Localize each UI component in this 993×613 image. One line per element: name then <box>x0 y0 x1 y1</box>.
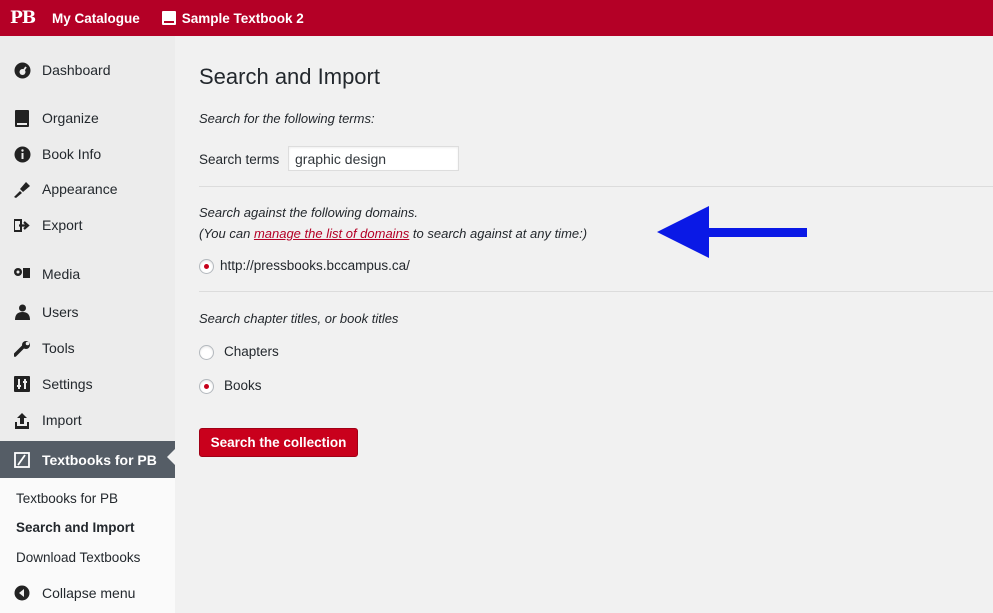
sidebar-item-label: Dashboard <box>42 62 111 78</box>
section-divider <box>199 291 993 292</box>
search-collection-button[interactable]: Search the collection <box>199 428 358 457</box>
sidebar-item-label: Textbooks for PB <box>42 451 157 468</box>
sidebar-item-label: Organize <box>42 110 99 126</box>
sidebar-item-organize[interactable]: Organize <box>0 102 175 134</box>
book-icon <box>161 11 176 25</box>
pressbooks-logo[interactable]: PB <box>10 8 40 28</box>
upload-icon <box>12 411 32 429</box>
admin-sidebar: Dashboard Organize Book Info Appearance … <box>0 36 175 613</box>
sidebar-item-appearance[interactable]: Appearance <box>0 173 175 205</box>
info-icon <box>12 145 32 163</box>
sidebar-item-import[interactable]: Import <box>0 404 175 436</box>
sidebar-item-textbooks-for-pb[interactable]: Textbooks for PB <box>0 441 175 478</box>
chapters-radio[interactable] <box>199 345 214 360</box>
domains-note: (You can manage the list of domains to s… <box>199 226 587 241</box>
sidebar-item-label: Import <box>42 412 82 428</box>
sidebar-item-settings[interactable]: Settings <box>0 368 175 400</box>
search-terms-input[interactable] <box>288 146 459 171</box>
admin-bar: PB My Catalogue Sample Textbook 2 <box>0 0 993 36</box>
submenu-item-search-and-import[interactable]: Search and Import <box>16 520 135 535</box>
sidebar-item-label: Users <box>42 304 79 320</box>
section-divider <box>199 186 993 187</box>
chapters-option-label: Chapters <box>224 344 279 359</box>
search-terms-label: Search terms <box>199 152 280 167</box>
collapse-menu-label: Collapse menu <box>42 585 136 601</box>
submenu-item-download-textbooks[interactable]: Download Textbooks <box>16 550 140 565</box>
domains-note-suffix: to search against at any time:) <box>409 226 588 241</box>
sidebar-item-label: Export <box>42 217 83 233</box>
collapse-menu-button[interactable]: Collapse menu <box>0 577 175 609</box>
sidebar-item-media[interactable]: Media <box>0 258 175 290</box>
page-title: Search and Import <box>199 64 380 89</box>
manage-domains-link[interactable]: manage the list of domains <box>254 226 409 241</box>
settings-icon <box>12 375 32 393</box>
book-title: Sample Textbook 2 <box>181 10 304 26</box>
domains-note-prefix: (You can <box>199 226 254 241</box>
textbook-icon <box>12 451 32 469</box>
brush-icon <box>12 180 32 198</box>
book-menu-link[interactable]: Sample Textbook 2 <box>161 10 304 26</box>
domain-option-label: http://pressbooks.bccampus.ca/ <box>220 258 410 273</box>
sidebar-item-label: Book Info <box>42 146 102 162</box>
books-option-label: Books <box>224 378 262 393</box>
sidebar-item-tools[interactable]: Tools <box>0 332 175 364</box>
books-radio[interactable] <box>199 379 214 394</box>
main-content: Search and Import Search for the followi… <box>199 36 993 613</box>
search-type-heading: Search chapter titles, or book titles <box>199 311 399 326</box>
terms-heading: Search for the following terms: <box>199 111 375 126</box>
sidebar-item-book-info[interactable]: Book Info <box>0 138 175 170</box>
sidebar-item-label: Settings <box>42 376 93 392</box>
collapse-icon <box>12 584 32 602</box>
sidebar-item-label: Tools <box>42 340 75 356</box>
media-icon <box>12 265 32 283</box>
domain-radio[interactable] <box>199 259 214 274</box>
sidebar-item-dashboard[interactable]: Dashboard <box>0 54 175 86</box>
sidebar-item-users[interactable]: Users <box>0 296 175 328</box>
domains-heading: Search against the following domains. <box>199 205 418 220</box>
submenu-item-textbooks-for-pb[interactable]: Textbooks for PB <box>16 491 118 506</box>
export-icon <box>12 216 32 234</box>
users-icon <box>12 303 32 321</box>
sidebar-item-export[interactable]: Export <box>0 209 175 241</box>
my-catalogue-link[interactable]: My Catalogue <box>52 11 140 26</box>
dashboard-icon <box>12 61 32 79</box>
annotation-arrow <box>657 206 807 258</box>
sidebar-item-label: Appearance <box>42 181 118 197</box>
book-icon <box>12 109 32 127</box>
sidebar-item-label: Media <box>42 266 81 282</box>
wrench-icon <box>12 339 32 357</box>
